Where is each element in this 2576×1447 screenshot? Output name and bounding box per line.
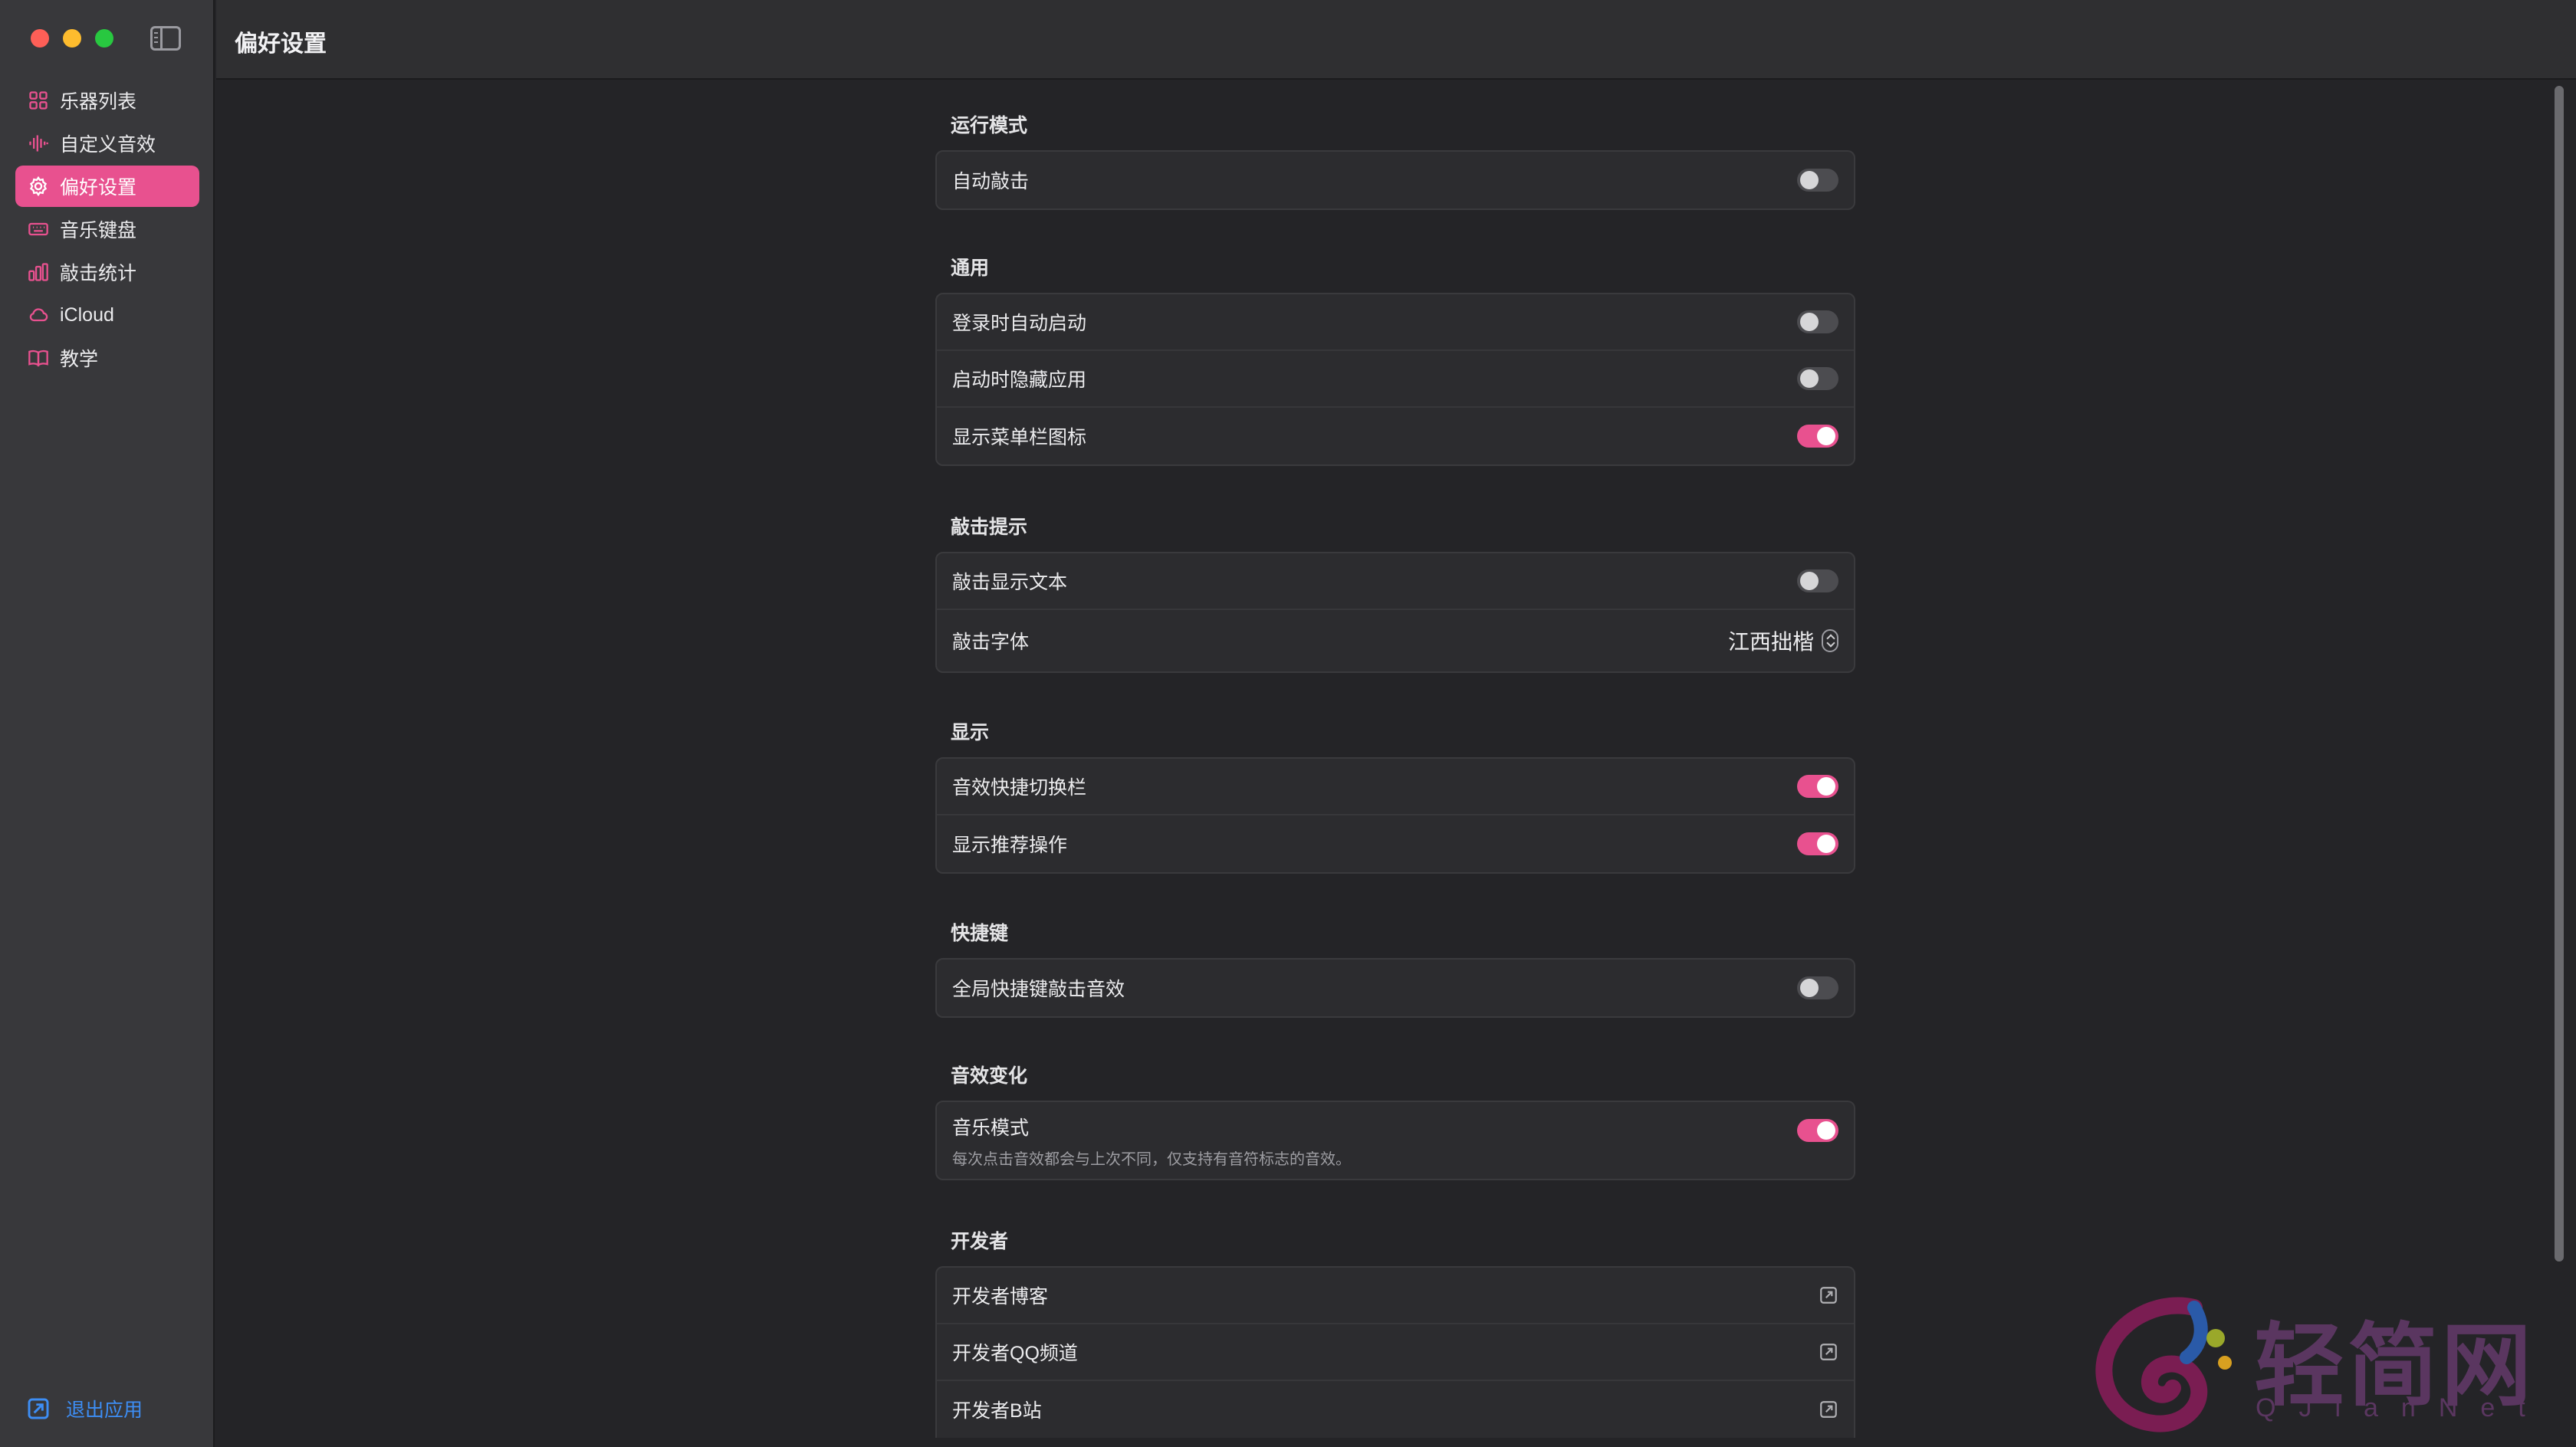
page-title: 偏好设置 (235, 31, 327, 57)
hide-on-launch-label: 启动时隐藏应用 (952, 369, 1087, 391)
maximize-window-button[interactable] (95, 29, 113, 48)
section-title-sound-variation: 音效变化 (951, 1065, 1028, 1087)
row-tap-show-text: 敲击显示文本 (937, 553, 1854, 610)
group-display: 音效快捷切换栏 显示推荐操作 (935, 757, 1855, 874)
sidebar-item-label: 教学 (60, 349, 99, 370)
watermark: 轻简网 QJianNet (2079, 1292, 2539, 1438)
row-auto-tap: 自动敲击 (937, 152, 1854, 208)
book-icon (28, 347, 49, 369)
keyboard-icon (28, 218, 49, 240)
watermark-subtext: QJianNet (2256, 1393, 2548, 1422)
sidebar-item-instruments[interactable]: 乐器列表 (15, 80, 199, 121)
music-mode-description: 每次点击音效都会与上次不同，仅支持有音符标志的音效。 (952, 1150, 1351, 1168)
group-general: 登录时自动启动 启动时隐藏应用 显示菜单栏图标 (935, 293, 1855, 466)
sidebar: 乐器列表 自定义音效 偏好设置 音乐键盘 敲击统计 iCloud 教学 退出应用 (0, 0, 215, 1447)
bar-chart-icon (28, 261, 49, 283)
developer-qq-channel-label: 开发者QQ频道 (952, 1343, 1078, 1364)
section-title-tap-hint: 敲击提示 (951, 517, 1028, 538)
show-recommended-label: 显示推荐操作 (952, 835, 1068, 856)
sidebar-item-label: 乐器列表 (60, 91, 137, 113)
sidebar-toggle-icon[interactable] (150, 26, 181, 51)
hide-on-launch-toggle[interactable] (1797, 367, 1838, 390)
sidebar-item-label: 音乐键盘 (60, 220, 137, 241)
chevron-up-down-icon (1822, 629, 1838, 652)
tap-show-text-toggle[interactable] (1797, 569, 1838, 592)
developer-bilibili-link[interactable]: 开发者B站 (937, 1381, 1854, 1438)
developer-qq-channel-link[interactable]: 开发者QQ频道 (937, 1324, 1854, 1381)
sidebar-item-icloud[interactable]: iCloud (15, 294, 199, 336)
sidebar-item-music-keyboard[interactable]: 音乐键盘 (15, 208, 199, 250)
show-menubar-icon-label: 显示菜单栏图标 (952, 427, 1087, 448)
section-title-run-mode: 运行模式 (951, 115, 1028, 136)
cloud-icon (28, 304, 49, 326)
sidebar-nav: 乐器列表 自定义音效 偏好设置 音乐键盘 敲击统计 iCloud 教学 (15, 80, 199, 380)
external-link-icon (1819, 1285, 1838, 1305)
launch-at-login-toggle[interactable] (1797, 310, 1838, 333)
tap-font-value: 江西拙楷 (1727, 630, 1814, 654)
group-shortcuts: 全局快捷键敲击音效 (935, 958, 1855, 1018)
sidebar-item-label: 偏好设置 (60, 177, 137, 199)
global-shortcut-toggle[interactable] (1797, 976, 1838, 999)
row-show-recommended: 显示推荐操作 (937, 815, 1854, 872)
section-title-display: 显示 (951, 722, 990, 743)
group-tap-hint: 敲击显示文本 敲击字体 江西拙楷 (935, 552, 1855, 673)
grid-icon (28, 90, 49, 111)
developer-blog-label: 开发者博客 (952, 1286, 1049, 1308)
music-mode-label: 音乐模式 (952, 1117, 1030, 1139)
row-hide-on-launch: 启动时隐藏应用 (937, 351, 1854, 408)
scrollbar[interactable] (2555, 86, 2564, 1262)
row-show-menubar-icon: 显示菜单栏图标 (937, 408, 1854, 464)
row-music-mode: 音乐模式 每次点击音效都会与上次不同，仅支持有音符标志的音效。 (937, 1102, 1854, 1179)
show-recommended-toggle[interactable] (1797, 832, 1838, 855)
quick-switch-bar-label: 音效快捷切换栏 (952, 777, 1087, 799)
sidebar-item-tap-stats[interactable]: 敲击统计 (15, 251, 199, 293)
row-quick-switch-bar: 音效快捷切换栏 (937, 759, 1854, 815)
gear-icon (28, 176, 49, 197)
quit-app-label: 退出应用 (66, 1399, 143, 1421)
global-shortcut-label: 全局快捷键敲击音效 (952, 979, 1125, 1000)
close-window-button[interactable] (31, 29, 49, 48)
external-link-icon (1819, 1399, 1838, 1419)
tap-show-text-label: 敲击显示文本 (952, 572, 1068, 593)
developer-blog-link[interactable]: 开发者博客 (937, 1268, 1854, 1324)
auto-tap-toggle[interactable] (1797, 169, 1838, 192)
show-menubar-icon-toggle[interactable] (1797, 425, 1838, 448)
sidebar-item-tutorial[interactable]: 教学 (15, 337, 199, 379)
sidebar-item-label: 敲击统计 (60, 263, 137, 284)
waveform-icon (28, 133, 49, 154)
quit-app-button[interactable]: 退出应用 (26, 1395, 143, 1422)
tap-font-label: 敲击字体 (952, 632, 1030, 653)
row-global-shortcut: 全局快捷键敲击音效 (937, 960, 1854, 1016)
group-developer: 开发者博客 开发者QQ频道 开发者B站 (935, 1266, 1855, 1438)
section-title-general: 通用 (951, 258, 990, 279)
section-title-developer: 开发者 (951, 1231, 1009, 1252)
quick-switch-bar-toggle[interactable] (1797, 775, 1838, 798)
launch-at-login-label: 登录时自动启动 (952, 313, 1087, 334)
exit-arrow-icon (28, 1398, 49, 1419)
group-sound-variation: 音乐模式 每次点击音效都会与上次不同，仅支持有音符标志的音效。 (935, 1101, 1855, 1180)
auto-tap-label: 自动敲击 (952, 171, 1030, 192)
external-link-icon (1819, 1342, 1838, 1362)
window-controls (31, 29, 113, 48)
section-title-shortcuts: 快捷键 (951, 923, 1009, 944)
sidebar-item-custom-sounds[interactable]: 自定义音效 (15, 123, 199, 164)
minimize-window-button[interactable] (63, 29, 81, 48)
sidebar-item-label: 自定义音效 (60, 134, 156, 156)
group-run-mode: 自动敲击 (935, 150, 1855, 210)
sidebar-item-preferences[interactable]: 偏好设置 (15, 166, 199, 207)
sidebar-item-label: iCloud (60, 304, 114, 326)
row-tap-font: 敲击字体 江西拙楷 (937, 610, 1854, 671)
developer-bilibili-label: 开发者B站 (952, 1400, 1042, 1422)
title-bar: 偏好设置 (216, 0, 2576, 80)
tap-font-select[interactable]: 江西拙楷 (1728, 625, 1838, 656)
watermark-logo-icon (2095, 1297, 2232, 1432)
row-launch-at-login: 登录时自动启动 (937, 294, 1854, 351)
music-mode-toggle[interactable] (1797, 1119, 1838, 1142)
